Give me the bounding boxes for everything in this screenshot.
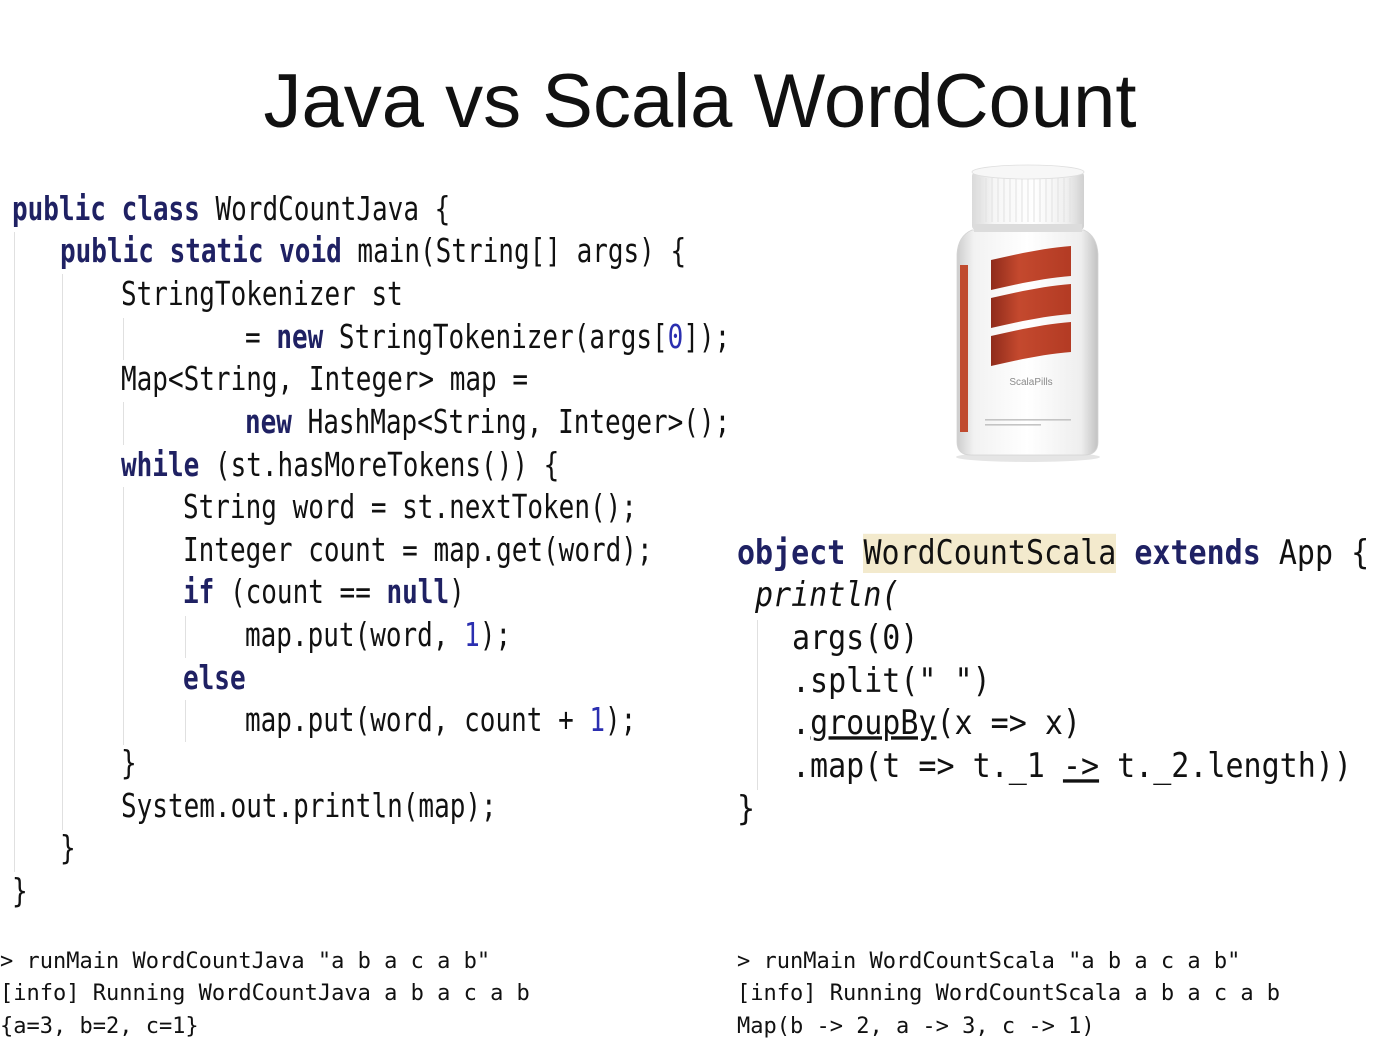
- code-keyword: while: [121, 446, 200, 485]
- bottle-label: ScalaPills: [1009, 377, 1052, 388]
- bottle-cap-top: [971, 164, 1085, 180]
- scala-code-line: .groupBy(x => x): [792, 701, 1369, 749]
- code-text: args(0): [792, 618, 919, 659]
- code-keyword: public static void: [60, 233, 342, 272]
- code-text: App {: [1260, 533, 1370, 573]
- scala-code-line: .split(" "): [792, 658, 1369, 706]
- scala-console-output: > runMain WordCountScala "a b a c a b" […: [737, 946, 1280, 1044]
- println-call: println(: [755, 576, 900, 616]
- bottle-cap-band: [974, 224, 1082, 232]
- console-line: Map(b -> 2, a -> 3, c -> 1): [737, 1013, 1095, 1039]
- code-text: }: [60, 830, 76, 869]
- code-text: Map<String, Integer> map =: [121, 360, 528, 400]
- java-console-output: > runMain WordCountJava "a b a c a b" [i…: [0, 946, 530, 1044]
- code-text: StringTokenizer(args[: [323, 318, 668, 357]
- scala-pills-bottle-image: ScalaPills: [956, 164, 1100, 462]
- scala-code-block: object WordCountScala extends App { prin…: [0, 533, 1369, 832]
- code-keyword: object: [737, 533, 864, 573]
- code-text: ]);: [683, 318, 731, 357]
- code-keyword: extends: [1116, 533, 1261, 573]
- label-fine-print: [985, 419, 1071, 421]
- code-keyword: public class: [12, 190, 200, 229]
- console-line: {a=3, b=2, c=1}: [0, 1013, 199, 1039]
- code-text: .map(t => t._1: [792, 746, 1063, 787]
- code-text: }: [737, 789, 756, 829]
- code-text: StringTokenizer st: [121, 275, 403, 315]
- console-line: [info] Running WordCountScala a b a c a …: [737, 981, 1281, 1007]
- code-text: .: [792, 704, 811, 744]
- console-line: [info] Running WordCountJava a b a c a b: [0, 981, 530, 1007]
- java-code-line: }: [12, 865, 730, 920]
- scala-code-line: .map(t => t._1 -> t._2.length)): [792, 744, 1369, 792]
- console-line: > runMain WordCountJava "a b a c a b": [0, 948, 491, 974]
- console-line: > runMain WordCountScala "a b a c a b": [737, 948, 1241, 974]
- code-text: =: [245, 318, 277, 357]
- code-text: main(String[] args) {: [341, 233, 687, 272]
- scala-code-line: object WordCountScala extends App {: [737, 530, 1369, 578]
- arrow-operator-underlined: ->: [1062, 746, 1100, 787]
- code-text: t._2.length)): [1099, 746, 1352, 787]
- code-text: (st.hasMoreTokens()) {: [199, 446, 560, 485]
- code-keyword: new: [276, 318, 324, 357]
- code-keyword: new: [245, 403, 292, 443]
- code-number: 0: [667, 318, 684, 357]
- code-text: HashMap<String, Integer>();: [291, 403, 731, 443]
- class-name-highlight: WordCountScala: [863, 533, 1117, 573]
- code-text: }: [12, 872, 28, 912]
- label-fine-print: [985, 424, 1041, 426]
- scala-code-line: println(: [755, 573, 1369, 621]
- slide-title: Java vs Scala WordCount: [263, 59, 1137, 144]
- code-text: WordCountJava {: [199, 190, 451, 229]
- method-name-underlined: groupBy: [810, 704, 937, 744]
- code-text: (x => x): [936, 704, 1082, 744]
- scala-logo-icon: [991, 246, 1071, 366]
- code-text: .split(" "): [792, 661, 991, 701]
- code-text: String word = st.nextToken();: [183, 488, 637, 528]
- scala-code-line: }: [737, 786, 1369, 834]
- scala-code-line: args(0): [792, 615, 1369, 663]
- label-red-strip: [960, 265, 968, 432]
